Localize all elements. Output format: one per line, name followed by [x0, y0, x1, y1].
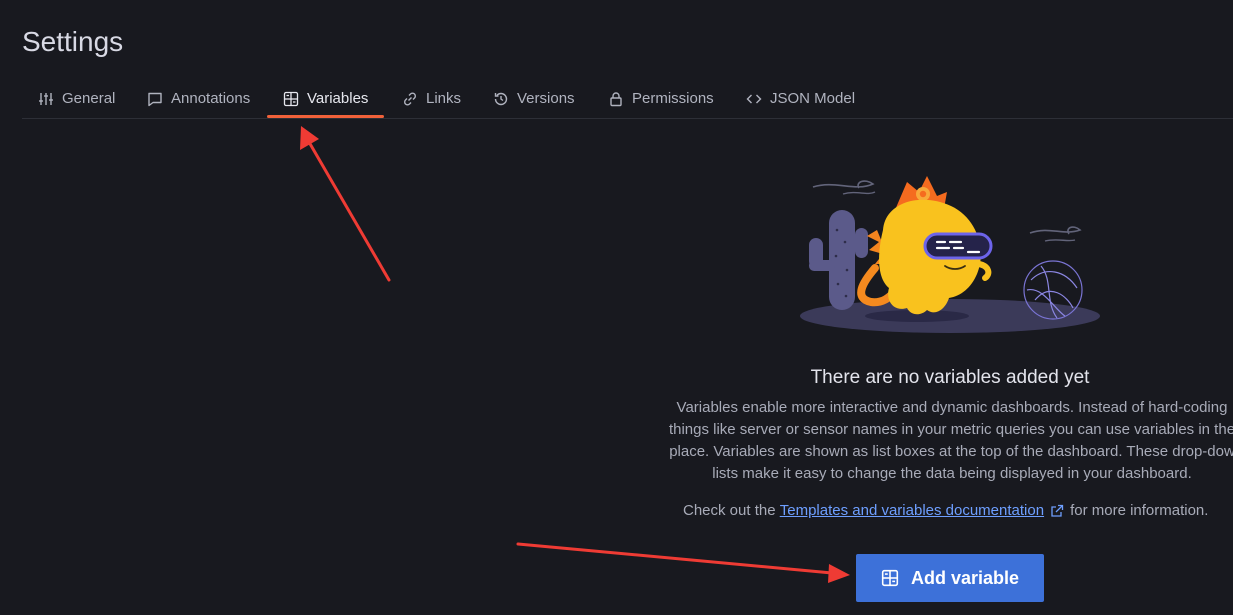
more-info-suffix: for more information. — [1070, 502, 1209, 519]
lock-icon — [610, 91, 622, 106]
link-icon — [403, 91, 417, 106]
annotation-arrow-to-variables-tab — [300, 126, 391, 282]
tab-label: Variables — [307, 90, 369, 107]
tab-general[interactable]: General — [38, 80, 115, 117]
settings-page: Settings General Annotations Variables L… — [0, 0, 1233, 615]
add-variable-label: Add variable — [910, 567, 1020, 588]
more-info-text: Check out the Templates and variables do… — [683, 502, 1208, 519]
variable-icon — [881, 569, 899, 587]
more-info-prefix: Check out the — [683, 502, 776, 519]
tab-label: Annotations — [171, 90, 251, 107]
tab-permissions[interactable]: Permissions — [608, 80, 714, 117]
tab-label: Links — [426, 90, 462, 107]
empty-state-title: There are no variables added yet — [810, 367, 1090, 388]
tab-label: JSON Model — [770, 90, 856, 107]
active-tab-indicator — [267, 115, 385, 118]
description-line: place. Variables are shown as list boxes… — [669, 443, 1233, 460]
history-icon — [494, 92, 508, 105]
description-line: lists make it easy to change the data be… — [712, 465, 1192, 482]
code-icon — [746, 94, 762, 103]
description-line: things like server or sensor names in yo… — [668, 421, 1233, 438]
tab-links[interactable]: Links — [402, 80, 461, 117]
add-variable-button[interactable]: Add variable — [856, 554, 1044, 602]
tab-annotations[interactable]: Annotations — [147, 80, 250, 117]
page-title: Settings — [22, 26, 124, 57]
settings-tab-bar: General Annotations Variables Links Vers… — [22, 80, 1233, 119]
tab-label: General — [62, 90, 116, 107]
description-line: Variables enable more interactive and dy… — [676, 399, 1228, 416]
tab-variables[interactable]: Variables — [267, 80, 385, 118]
external-link-icon[interactable] — [1050, 504, 1064, 518]
tab-json-model[interactable]: JSON Model — [746, 80, 855, 117]
empty-state-mascot-illustration — [800, 176, 1100, 333]
tab-label: Permissions — [632, 90, 714, 107]
documentation-link[interactable]: Templates and variables documentation — [780, 502, 1044, 519]
sliders-icon — [39, 92, 53, 105]
tab-label: Versions — [517, 90, 575, 107]
empty-state-description: Variables enable more interactive and dy… — [652, 397, 1233, 485]
annotation-arrow-to-add-variable-button — [516, 542, 850, 583]
tab-versions[interactable]: Versions — [493, 80, 575, 117]
comment-icon — [148, 92, 162, 106]
variable-icon — [283, 91, 299, 106]
